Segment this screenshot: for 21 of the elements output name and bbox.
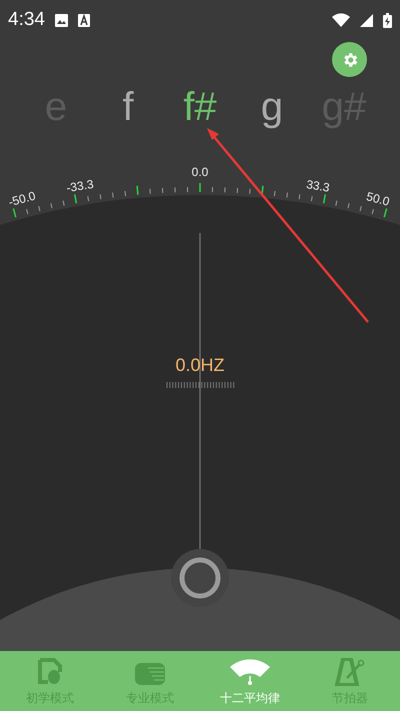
scale-label: -33.3 <box>64 176 96 196</box>
font-icon <box>78 14 90 26</box>
image-icon <box>54 14 68 26</box>
scale-label: -50.0 <box>6 188 38 210</box>
scale-label: 0.0 <box>190 165 210 179</box>
scale-label: 50.0 <box>364 188 392 210</box>
tablet-icon <box>37 658 63 686</box>
panel-icon <box>134 662 166 686</box>
metronome-icon <box>334 658 366 686</box>
settings-button[interactable] <box>332 42 367 77</box>
wifi-icon <box>332 13 350 27</box>
note-name: f <box>121 85 135 130</box>
note-name: f# <box>182 85 218 130</box>
signal-icon <box>360 14 373 26</box>
frequency-reading: 0.0HZ <box>174 355 226 376</box>
scale-label: 33.3 <box>304 176 332 196</box>
note-name: g <box>260 85 284 130</box>
clock: 4:34 <box>8 9 45 31</box>
nav-tab[interactable]: 十二平均律 <box>200 651 300 711</box>
gauge-icon <box>229 658 271 686</box>
battery-icon <box>383 12 392 28</box>
